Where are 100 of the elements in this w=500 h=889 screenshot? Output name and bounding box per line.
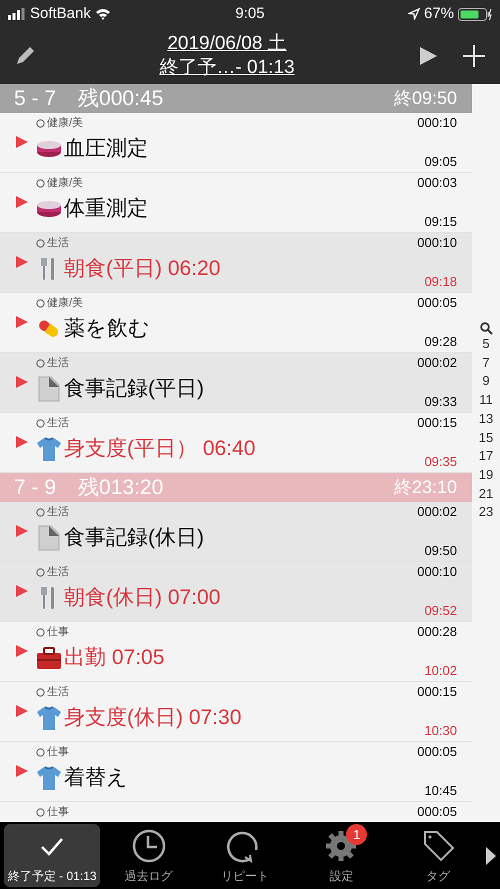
add-button[interactable] [462, 44, 486, 68]
task-name: 体重測定 [64, 196, 148, 222]
task-row[interactable]: 生活 朝食(平日) 06:20 000:10 09:18 [0, 233, 472, 293]
battery-percent: 67% [424, 4, 454, 24]
repeat-icon [36, 358, 45, 368]
end-time: 09:33 [424, 394, 457, 410]
carrier-name: SoftBank [30, 4, 91, 24]
section-range: 7 - 9 [14, 474, 56, 501]
play-icon[interactable] [16, 525, 28, 538]
duration: 000:02 [417, 504, 457, 520]
category-label: 仕事 [47, 744, 69, 760]
category-label: 健康/美 [47, 176, 84, 191]
duration: 000:10 [417, 564, 457, 580]
task-name: 食事記録(休日) [64, 525, 204, 551]
section-end-time: 終23:10 [394, 476, 457, 499]
shirt-icon [36, 704, 62, 731]
end-time: 09:52 [424, 603, 457, 619]
duration: 000:03 [417, 175, 457, 191]
shirt-icon [36, 436, 62, 462]
index-item[interactable]: 21 [478, 484, 494, 504]
task-name: 朝食(平日) 06:20 [64, 256, 220, 282]
shirt-icon [36, 764, 62, 791]
duration: 000:15 [417, 684, 457, 700]
index-item[interactable]: 17 [478, 447, 494, 466]
play-icon[interactable] [16, 136, 28, 148]
play-icon[interactable] [16, 705, 28, 718]
repeat-icon [36, 688, 45, 696]
plus-icon [462, 44, 486, 68]
repeat-icon [36, 568, 45, 576]
task-row[interactable]: 生活 朝食(休日) 07:00 000:10 09:52 [0, 562, 472, 622]
play-icon [418, 44, 438, 67]
task-name: 出勤 07:05 [64, 645, 164, 671]
category-label: 仕事 [47, 624, 69, 640]
tab-button[interactable]: 過去ログ [100, 824, 197, 887]
index-item[interactable]: 13 [478, 410, 494, 429]
document-icon [36, 524, 62, 551]
play-button[interactable] [418, 44, 438, 68]
play-icon[interactable] [16, 316, 28, 328]
section-range: 5 - 7 [14, 86, 56, 112]
repeat-icon [36, 808, 45, 816]
repeat-icon [36, 178, 45, 188]
play-icon[interactable] [16, 196, 28, 208]
tab-button[interactable]: タグ [390, 824, 486, 887]
duration: 000:28 [417, 624, 457, 640]
task-name: 薬を飲む [64, 316, 150, 342]
category-label: 仕事 [47, 804, 69, 820]
index-item[interactable]: 7 [482, 354, 490, 372]
search-icon[interactable] [480, 322, 492, 335]
duration: 000:10 [417, 115, 457, 131]
category-label: 生活 [47, 684, 69, 700]
index-item[interactable]: 19 [478, 466, 494, 485]
index-item[interactable]: 5 [482, 335, 490, 354]
tab-button[interactable]: リピート [196, 824, 294, 887]
end-time: 10:02 [424, 663, 457, 679]
end-time: 10:30 [424, 723, 457, 739]
category-label: 生活 [47, 564, 69, 580]
task-name: 身支度(休日) 07:30 [64, 705, 242, 731]
play-icon[interactable] [16, 645, 28, 658]
category-label: 生活 [47, 504, 69, 520]
duration: 000:15 [417, 415, 457, 431]
document-icon [36, 376, 62, 402]
play-icon[interactable] [16, 256, 28, 268]
play-icon[interactable] [16, 765, 28, 778]
end-time: 09:50 [424, 543, 457, 559]
end-time: 09:18 [424, 274, 457, 290]
index-item[interactable]: 11 [479, 391, 493, 410]
battery-icon [458, 8, 492, 20]
end-time: 09:15 [424, 214, 457, 230]
notification-badge: 1 [346, 824, 368, 845]
repeat-icon [36, 418, 45, 428]
task-name: 身支度(平日） 06:40 [64, 436, 256, 462]
toolbox-icon [36, 644, 62, 671]
remaining-time: 残013:20 [78, 474, 164, 501]
play-icon[interactable] [16, 376, 28, 388]
repeat-icon [36, 238, 45, 248]
category-label: 健康/美 [47, 116, 84, 131]
repeat-icon [36, 298, 45, 308]
duration: 000:05 [417, 295, 457, 311]
tab-button[interactable]: 終了予定 - 01:13 [4, 824, 100, 887]
task-name: 血圧測定 [64, 136, 148, 162]
duration: 000:10 [417, 235, 457, 251]
play-icon[interactable] [16, 436, 28, 448]
index-item[interactable]: 15 [478, 428, 494, 448]
duration: 000:05 [417, 744, 457, 760]
tab-button[interactable]: 設定 1 [293, 824, 390, 887]
remaining-time: 残000:45 [78, 86, 164, 112]
index-item[interactable]: 23 [478, 503, 494, 522]
status-time: 9:05 [235, 4, 265, 24]
caret-icon [486, 846, 496, 864]
task-row[interactable]: 生活 食事記録(休日) 000:02 09:50 [0, 502, 472, 562]
end-time: 09:05 [424, 154, 457, 170]
end-time: 09:35 [424, 454, 457, 470]
category-label: 生活 [47, 416, 69, 431]
repeat-icon [36, 118, 45, 128]
task-row[interactable]: 生活 食事記録(平日) 000:02 09:33 [0, 353, 472, 413]
duration: 000:02 [417, 355, 457, 371]
end-time: 09:28 [424, 334, 457, 350]
index-item[interactable]: 9 [482, 372, 490, 392]
play-icon[interactable] [16, 585, 28, 598]
section-end-time: 終09:50 [394, 87, 457, 110]
